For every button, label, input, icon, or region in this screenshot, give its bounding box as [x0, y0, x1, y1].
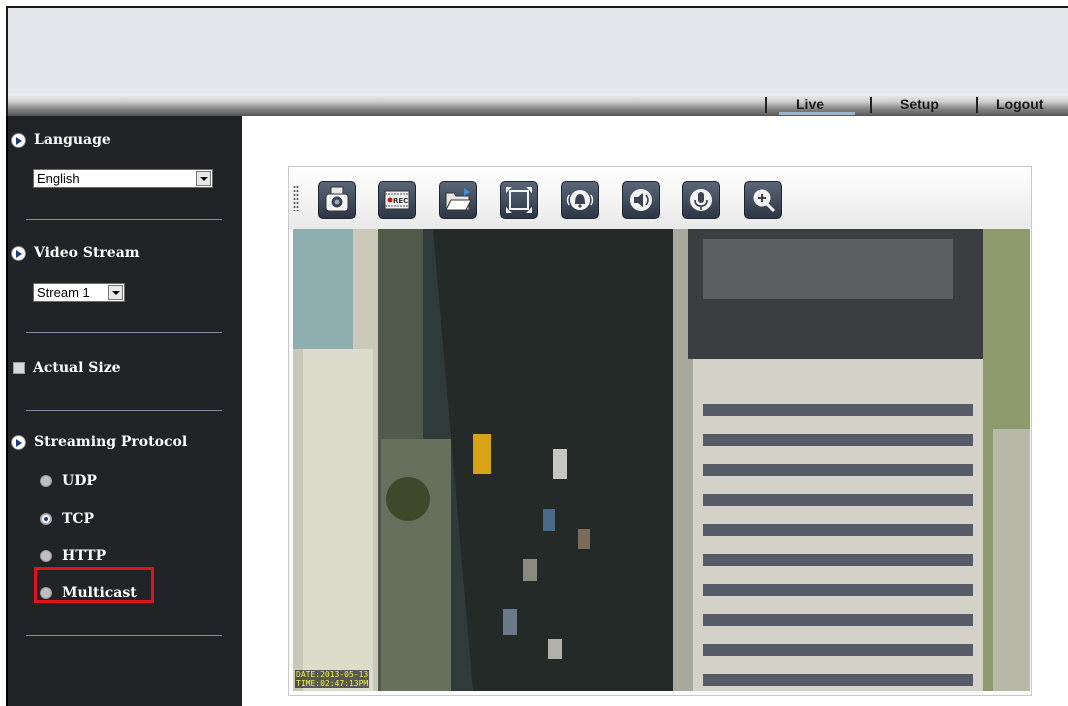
- nav-separator: [765, 97, 767, 113]
- video-osd-timestamp: DATE:2013-05-13 TIME:02:47:13PM: [295, 670, 370, 688]
- zoom-in-icon[interactable]: [744, 181, 782, 219]
- video-stream-select[interactable]: Stream 1: [33, 283, 125, 302]
- chevron-down-icon[interactable]: [108, 285, 123, 300]
- http-radio[interactable]: [40, 550, 52, 562]
- protocol-option-udp[interactable]: UDP: [40, 473, 97, 489]
- header-banner: [6, 6, 1068, 94]
- nav-active-indicator: [779, 112, 855, 115]
- fullscreen-icon[interactable]: [500, 181, 538, 219]
- tcp-radio[interactable]: [40, 513, 52, 525]
- section-divider: [26, 219, 222, 220]
- section-divider: [26, 635, 222, 636]
- live-view-panel: REC DATE:2013-05-13 TIME:02:47:13PM: [288, 166, 1032, 696]
- nav-logout-link[interactable]: Logout: [996, 96, 1043, 112]
- nav-separator: [870, 97, 872, 113]
- arrow-circle-icon: [11, 245, 26, 261]
- speaker-icon[interactable]: [622, 181, 660, 219]
- chevron-down-icon[interactable]: [196, 171, 211, 186]
- osd-date: DATE:2013-05-13: [296, 670, 369, 679]
- udp-radio[interactable]: [40, 475, 52, 487]
- streaming-protocol-label: Streaming Protocol: [34, 434, 188, 450]
- actual-size-checkbox[interactable]: [13, 362, 25, 374]
- http-label: HTTP: [62, 548, 107, 564]
- top-nav-bar: Live Setup Logout: [6, 94, 1068, 116]
- streaming-protocol-section-header: Streaming Protocol: [11, 434, 187, 450]
- folder-open-icon[interactable]: [439, 181, 477, 219]
- section-divider: [26, 410, 222, 411]
- video-toolbar: REC: [289, 167, 1031, 229]
- osd-time: TIME:02:47:13PM: [296, 679, 369, 688]
- video-stream-select-value: Stream 1: [37, 285, 90, 300]
- alarm-bell-icon[interactable]: [561, 181, 599, 219]
- actual-size-row[interactable]: Actual Size: [13, 360, 121, 376]
- protocol-option-tcp[interactable]: TCP: [40, 511, 94, 527]
- city-aerial-view-image: [293, 229, 1030, 691]
- nav-live-tab[interactable]: Live: [796, 96, 824, 112]
- toolbar-grip[interactable]: [293, 185, 299, 211]
- record-icon[interactable]: REC: [378, 181, 416, 219]
- sidebar-panel: Language English Video Stream Stream 1 A…: [6, 116, 242, 706]
- protocol-option-http[interactable]: HTTP: [40, 548, 106, 564]
- language-select-value: English: [37, 171, 80, 186]
- record-badge-text: REC: [393, 197, 408, 205]
- nav-setup-tab[interactable]: Setup: [900, 96, 939, 112]
- arrow-circle-icon: [11, 132, 26, 148]
- camera-snapshot-icon[interactable]: [318, 181, 356, 219]
- language-select[interactable]: English: [33, 169, 213, 188]
- microphone-icon[interactable]: [682, 181, 720, 219]
- multicast-highlight-box: [34, 567, 154, 603]
- section-divider: [26, 332, 222, 333]
- nav-separator: [976, 97, 978, 113]
- arrow-circle-icon: [11, 434, 26, 450]
- live-video-feed[interactable]: DATE:2013-05-13 TIME:02:47:13PM: [293, 229, 1030, 691]
- udp-label: UDP: [62, 473, 97, 489]
- language-label: Language: [34, 132, 111, 148]
- tcp-label: TCP: [62, 511, 95, 527]
- language-section-header: Language: [11, 132, 111, 148]
- video-stream-section-header: Video Stream: [11, 245, 140, 261]
- video-stream-label: Video Stream: [34, 245, 140, 261]
- actual-size-label: Actual Size: [33, 360, 121, 376]
